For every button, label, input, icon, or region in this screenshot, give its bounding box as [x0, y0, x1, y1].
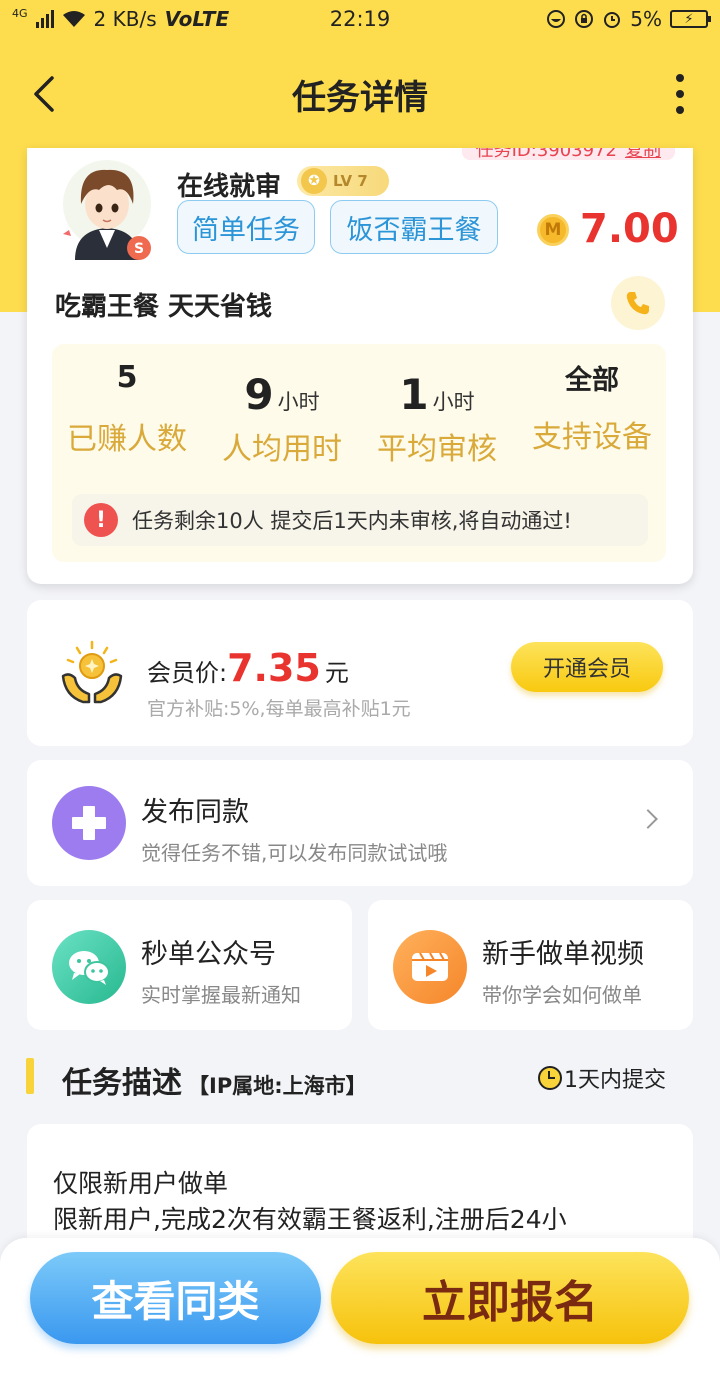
warning-icon: ! [84, 503, 118, 537]
signal-icon [35, 10, 54, 28]
more-dot-icon [676, 106, 684, 114]
bottom-action-bar: 查看同类 立即报名 [0, 1238, 720, 1380]
notice-text: 任务剩余10人 提交后1天内未审核,将自动通过! [132, 509, 572, 533]
tag-category: 饭否霸王餐 [330, 200, 498, 254]
submit-deadline: 1天内提交 [538, 1062, 666, 1094]
back-arrow-icon [34, 76, 54, 112]
coin-hands-icon [61, 640, 123, 704]
rotation-lock-icon [575, 10, 594, 28]
tutorial-video-card[interactable]: 新手做单视频 带你学会如何做单 [368, 900, 693, 1030]
task-slogan: 吃霸王餐 天天省钱 [55, 292, 273, 322]
medal-icon: ✪ [301, 168, 327, 194]
stat-value: 9 [244, 370, 274, 419]
view-similar-button[interactable]: 查看同类 [30, 1252, 321, 1344]
alarm-icon [604, 12, 621, 28]
official-account-card[interactable]: 秒单公众号 实时掌握最新通知 [27, 900, 352, 1030]
description-header: 任务描述 【IP属地:上海市】 [62, 1058, 367, 1102]
member-price-value: 7.35 [227, 646, 321, 690]
tag-simple-task: 简单任务 [177, 200, 315, 254]
volte-label: VoLTE [164, 7, 230, 31]
stat-label: 平均审核 [377, 432, 497, 467]
stat-label: 已赚人数 [67, 422, 187, 457]
more-dot-icon [676, 74, 684, 82]
description-title: 任务描述 [62, 1066, 182, 1101]
video-icon [393, 930, 467, 1004]
network-type: 4G [12, 6, 28, 20]
chevron-right-icon [638, 809, 658, 829]
status-left: 4G 2 KB/s VoLTE [12, 6, 230, 32]
member-price-label: 会员价: [147, 659, 228, 687]
sign-up-button[interactable]: 立即报名 [331, 1252, 689, 1344]
official-account-title: 秒单公众号 [141, 939, 276, 970]
battery-icon: ⚡ [670, 10, 711, 28]
avatar[interactable]: S [61, 156, 153, 260]
more-dot-icon [676, 90, 684, 98]
task-id-badge: 任务ID:3903972 复制 [461, 148, 675, 161]
publish-subtitle: 觉得任务不错,可以发布同款试试哦 [141, 841, 448, 865]
level-badge: ✪ LV 7 [297, 166, 389, 196]
reward-price: 7.00 [580, 206, 679, 252]
wechat-icon [52, 930, 126, 1004]
coin-icon: M [537, 214, 569, 246]
open-membership-button[interactable]: 开通会员 [511, 642, 663, 692]
task-card: 任务ID:3903972 复制 S 在线就审 ✪ LV 7 简单任务 饭否霸王餐… [27, 148, 693, 584]
phone-icon [626, 292, 649, 315]
publish-text: 发布同款 觉得任务不错,可以发布同款试试哦 [141, 790, 447, 866]
status-right: 5% ⚡ [546, 7, 711, 31]
description-line: 限新用户,完成2次有效霸王餐返利,注册后24小 [53, 1205, 567, 1234]
task-id-text: 任务ID:3903972 [475, 148, 617, 161]
stat-unit: 小时 [277, 390, 320, 414]
wifi-icon [62, 11, 85, 27]
tutorial-video-title: 新手做单视频 [482, 939, 644, 970]
ip-location: 【IP属地:上海市】 [188, 1074, 367, 1098]
stat-label: 人均用时 [222, 432, 342, 467]
member-price-unit: 元 [324, 659, 349, 687]
svg-text:S: S [134, 241, 144, 257]
plus-icon [52, 786, 126, 860]
deadline-text: 1天内提交 [564, 1068, 666, 1093]
eye-comfort-icon [547, 10, 566, 28]
stat-value: 全部 [565, 365, 619, 396]
stat-label: 支持设备 [532, 420, 652, 455]
clock-icon [538, 1066, 562, 1090]
network-speed: 2 KB/s [93, 7, 157, 31]
status-bar: 4G 2 KB/s VoLTE 22:19 5% ⚡ [0, 0, 720, 38]
publish-title: 发布同款 [141, 797, 249, 828]
member-price-card: 会员价: 7.35 元 官方补贴:5%,每单最高补贴1元 开通会员 [27, 600, 693, 746]
tutorial-video-subtitle: 带你学会如何做单 [482, 983, 642, 1007]
official-account-text: 秒单公众号 实时掌握最新通知 [141, 932, 301, 1008]
more-menu-button[interactable] [670, 74, 690, 114]
subsidy-text: 官方补贴:5%,每单最高补贴1元 [147, 698, 411, 720]
publish-same-card[interactable]: 发布同款 觉得任务不错,可以发布同款试试哦 [27, 760, 693, 886]
publisher-name: 在线就审 [177, 172, 282, 202]
description-line: 仅限新用户做单 [53, 1169, 229, 1198]
section-marker [26, 1058, 34, 1094]
copy-id-link[interactable]: 复制 [625, 148, 661, 160]
tutorial-video-text: 新手做单视频 带你学会如何做单 [482, 932, 644, 1008]
battery-percent: 5% [630, 7, 662, 31]
stat-value: 5 [116, 360, 138, 395]
contact-button[interactable] [611, 276, 665, 330]
stat-unit: 小时 [432, 390, 475, 414]
official-account-subtitle: 实时掌握最新通知 [141, 983, 301, 1007]
stat-avg-review: 1 小时 平均审核 [362, 370, 512, 468]
stat-avg-time: 9 小时 人均用时 [207, 370, 357, 468]
stat-value: 1 [399, 370, 429, 419]
stat-devices: 全部 支持设备 [517, 358, 667, 456]
level-label: LV 7 [333, 172, 368, 190]
stats-panel: 5 已赚人数 9 小时 人均用时 1 小时 平均审核 全部 支持设备 ! 任务剩余1… [52, 344, 666, 562]
member-price-row: 会员价: 7.35 元 [147, 646, 349, 690]
navigation-bar: 任务详情 [0, 50, 720, 138]
stat-earned-count: 5 已赚人数 [52, 360, 202, 458]
task-notice: ! 任务剩余10人 提交后1天内未审核,将自动通过! [72, 494, 648, 546]
page-title: 任务详情 [292, 77, 428, 118]
back-button[interactable] [22, 72, 66, 116]
